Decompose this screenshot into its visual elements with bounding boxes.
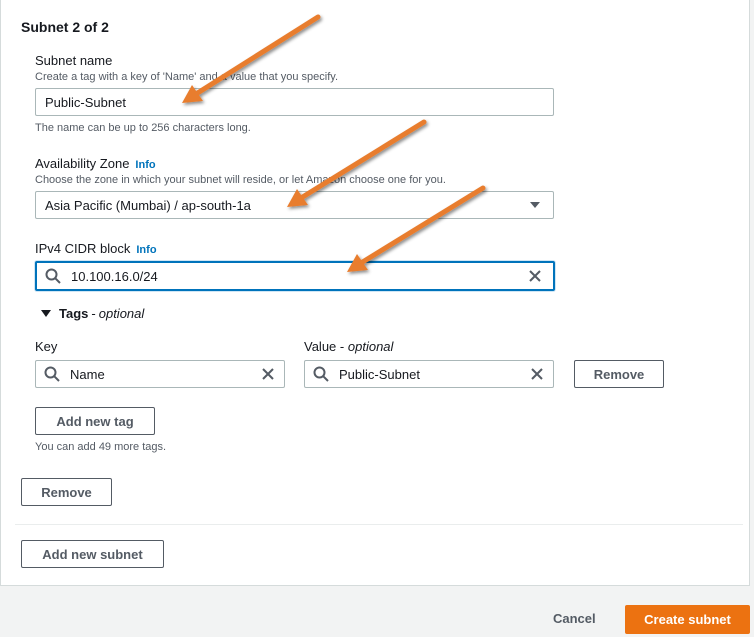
subnet-name-input[interactable]: Public-Subnet (35, 88, 554, 116)
tags-toggle-dash: - (91, 306, 96, 321)
clear-icon[interactable] (525, 362, 549, 386)
subnet-name-description: Create a tag with a key of 'Name' and a … (35, 71, 338, 83)
add-new-tag-button[interactable]: Add new tag (35, 407, 155, 435)
subnet-card: Subnet 2 of 2 Subnet name Create a tag w… (0, 0, 750, 586)
subnet-name-value: Public-Subnet (45, 94, 126, 110)
subnet-name-hint: The name can be up to 256 characters lon… (35, 122, 251, 134)
tag-value-header-dash: - (339, 339, 345, 354)
tag-value-value: Public-Subnet (339, 366, 420, 382)
tag-value-header: Value - optional (304, 339, 393, 354)
remove-subnet-button[interactable]: Remove (21, 478, 112, 506)
availability-zone-value: Asia Pacific (Mumbai) / ap-south-1a (45, 197, 251, 213)
availability-zone-label: Availability Zone Info (35, 156, 156, 171)
clear-icon[interactable] (256, 362, 280, 386)
search-icon (41, 264, 65, 288)
search-icon (309, 362, 333, 386)
tag-key-input[interactable]: Name (35, 360, 285, 388)
add-new-subnet-button[interactable]: Add new subnet (21, 540, 164, 568)
tag-value-header-optional: optional (347, 339, 394, 354)
tags-toggle[interactable]: Tags - optional (41, 306, 144, 321)
create-subnet-button[interactable]: Create subnet (625, 605, 750, 634)
availability-zone-select[interactable]: Asia Pacific (Mumbai) / ap-south-1a (35, 191, 554, 219)
tag-value-input[interactable]: Public-Subnet (304, 360, 554, 388)
caret-expanded-icon (41, 310, 51, 317)
tag-key-value: Name (70, 366, 105, 382)
availability-zone-info-link[interactable]: Info (135, 159, 155, 171)
cidr-value: 10.100.16.0/24 (71, 268, 158, 284)
remove-tag-button[interactable]: Remove (574, 360, 664, 388)
tags-toggle-label: Tags (59, 306, 89, 321)
subnet-name-label: Subnet name (35, 53, 113, 68)
cidr-label: IPv4 CIDR block Info (35, 241, 157, 256)
divider (15, 524, 743, 525)
tag-value-header-text: Value (304, 339, 337, 354)
tags-toggle-optional: optional (98, 306, 145, 321)
cidr-info-link[interactable]: Info (136, 244, 156, 256)
search-icon (40, 362, 64, 386)
cidr-label-text: IPv4 CIDR block (35, 241, 131, 256)
caret-down-icon (523, 193, 547, 217)
clear-icon[interactable] (523, 264, 547, 288)
tag-key-header: Key (35, 339, 58, 354)
cidr-input[interactable]: 10.100.16.0/24 (35, 261, 555, 291)
section-title: Subnet 2 of 2 (21, 19, 109, 35)
cancel-button[interactable]: Cancel (553, 611, 596, 626)
tags-remaining-text: You can add 49 more tags. (35, 441, 167, 453)
availability-zone-label-text: Availability Zone (35, 156, 130, 171)
availability-zone-description: Choose the zone in which your subnet wil… (35, 174, 446, 186)
